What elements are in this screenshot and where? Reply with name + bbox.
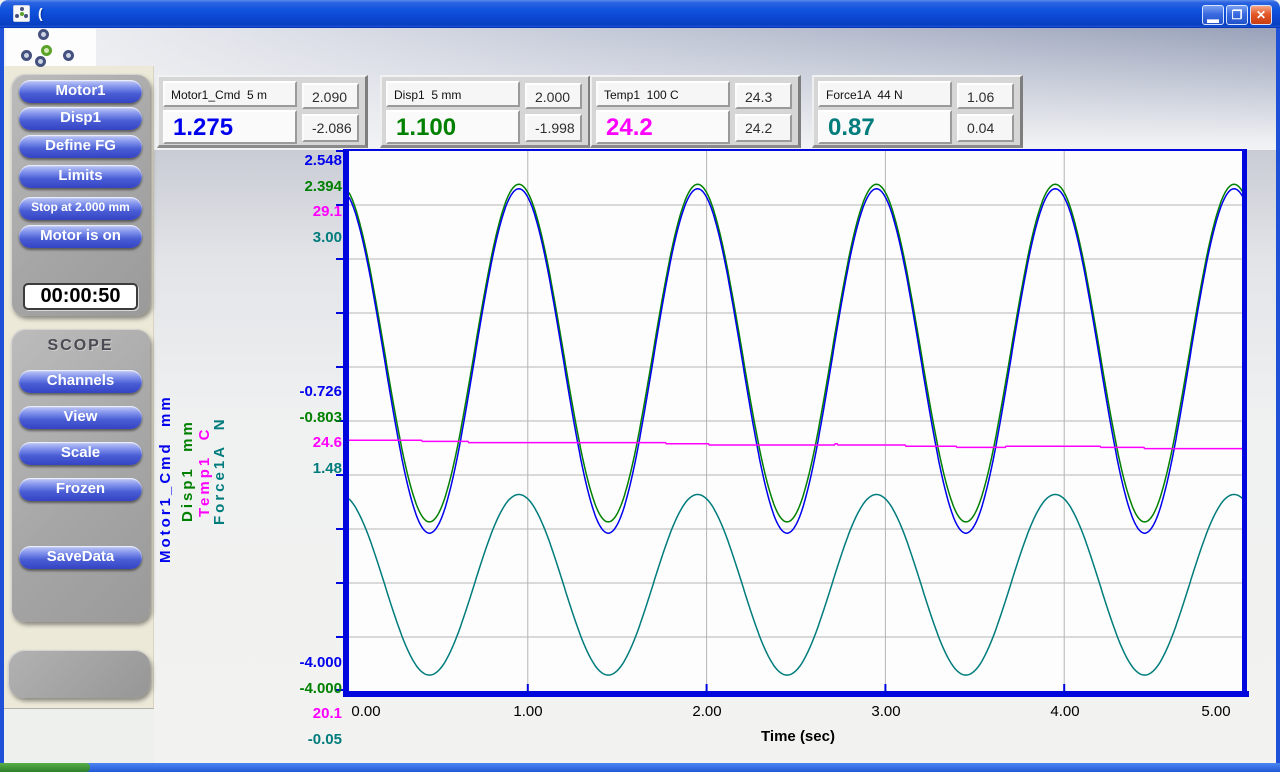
x-axis-tick-label: 0.00 [331, 703, 401, 720]
sidebar-button-limits[interactable]: Limits [19, 165, 142, 188]
close-button[interactable]: ✕ [1250, 5, 1272, 25]
readout-panel-disp1: Disp1 5 mm 1.1002.000 -1.998 [380, 75, 591, 148]
scope-plot [343, 149, 1249, 697]
readout-current-value: 0.87 [818, 110, 952, 144]
readout-current-value: 1.275 [163, 110, 297, 144]
x-axis-tick-label: 5.00 [1181, 703, 1251, 720]
y-axis-channel-name-disp1: Disp1 mm [179, 392, 196, 550]
timer-display: 00:00:50 [23, 283, 138, 310]
sidebar-button-stop-at-2-000-mm[interactable]: Stop at 2.000 mm [19, 197, 142, 220]
y-axis-label-motor1_cmd-min: -4.000 [262, 654, 342, 671]
sidebar-button-motor-is-on[interactable]: Motor is on [19, 225, 142, 248]
logo-dot [21, 50, 32, 61]
x-axis-tick-label: 1.00 [493, 703, 563, 720]
x-axis-title: Time (sec) [748, 728, 848, 745]
scope-button-frozen[interactable]: Frozen [19, 478, 142, 501]
sidebar-button-motor1[interactable]: Motor1 [19, 80, 142, 103]
scope-button-channels[interactable]: Channels [19, 370, 142, 393]
sidebar-button-define-fg[interactable]: Define FG [19, 135, 142, 158]
logo-dot-green [41, 45, 52, 56]
y-axis-label-temp1-mid: 24.6 [262, 434, 342, 451]
y-axis-label-disp1-mid: -0.803 [262, 409, 342, 426]
readout-min-value: -1.998 [525, 114, 582, 142]
scope-button-view[interactable]: View [19, 406, 142, 429]
readout-panel-temp1: Temp1 100 C24.224.324.2 [590, 75, 801, 148]
readout-max-value: 2.000 [525, 83, 582, 109]
start-button-sliver[interactable] [0, 763, 90, 772]
sidebar-footer-area [4, 708, 154, 763]
sidebar-button-disp1[interactable]: Disp1 [19, 107, 142, 130]
empty-panel [8, 650, 150, 698]
x-axis-tick-label: 4.00 [1030, 703, 1100, 720]
readout-current-value: 24.2 [596, 110, 730, 144]
readout-min-value: 0.04 [957, 114, 1014, 142]
scope-button-scale[interactable]: Scale [19, 442, 142, 465]
logo-dot [38, 29, 49, 40]
readout-max-value: 24.3 [735, 83, 792, 109]
readout-label: Motor1_Cmd 5 m [163, 81, 297, 107]
y-axis-channel-name-force1a: Force1A N [211, 386, 228, 556]
y-axis-label-motor1_cmd-mid: -0.726 [262, 383, 342, 400]
window-title: ( [38, 5, 43, 21]
y-axis-label-disp1-max: 2.394 [262, 178, 342, 195]
motion-control-panel: Motor1 Disp1 Define FG Limits Stop at 2.000 … [11, 74, 150, 316]
y-axis-label-force1a-mid: 1.48 [262, 460, 342, 477]
x-axis-tick-label: 2.00 [672, 703, 742, 720]
readout-panel-force1a: Force1A 44 N 0.871.06 0.04 [812, 75, 1023, 148]
x-axis-tick-label: 3.00 [851, 703, 921, 720]
title-bar: ( ▬ ❐ ✕ [0, 0, 1280, 28]
readout-panel-motor1_cmd: Motor1_Cmd 5 m 1.2752.090 -2.086 [157, 75, 368, 148]
y-axis-label-force1a-min: -0.05 [262, 731, 342, 748]
y-axis-channel-name-motor1_cmd: Motor1_Cmd mm [157, 334, 174, 624]
y-axis-label-temp1-max: 29.1 [262, 203, 342, 220]
app-logo [6, 29, 96, 66]
y-axis-label-disp1-min: -4.000 [262, 680, 342, 697]
readout-label: Force1A 44 N [818, 81, 952, 107]
maximize-button[interactable]: ❐ [1226, 5, 1248, 25]
scope-panel: SCOPE Channels View Scale Frozen SaveData [11, 329, 150, 622]
y-axis-label-temp1-min: 20.1 [262, 705, 342, 722]
readout-label: Temp1 100 C [596, 81, 730, 107]
readout-min-value: 24.2 [735, 114, 792, 142]
readout-label: Disp1 5 mm [386, 81, 520, 107]
window-border-right [1276, 28, 1280, 763]
y-axis-label-motor1_cmd-max: 2.548 [262, 152, 342, 169]
scope-button-savedata[interactable]: SaveData [19, 546, 142, 569]
application-window: ( ▬ ❐ ✕ Motor1 Disp1 Define FG Limits Stop a… [0, 0, 1280, 772]
logo-dot [35, 56, 46, 67]
readout-max-value: 1.06 [957, 83, 1014, 109]
scope-chart [343, 149, 1249, 697]
readout-current-value: 1.100 [386, 110, 520, 144]
y-axis-label-force1a-max: 3.00 [262, 229, 342, 246]
window-border-left [0, 28, 4, 763]
readout-max-value: 2.090 [302, 83, 359, 109]
logo-dot [63, 50, 74, 61]
app-icon [13, 5, 30, 22]
readout-min-value: -2.086 [302, 114, 359, 142]
minimize-button[interactable]: ▬ [1202, 5, 1224, 25]
taskbar-strip [0, 763, 1280, 772]
scope-panel-title: SCOPE [11, 337, 150, 355]
